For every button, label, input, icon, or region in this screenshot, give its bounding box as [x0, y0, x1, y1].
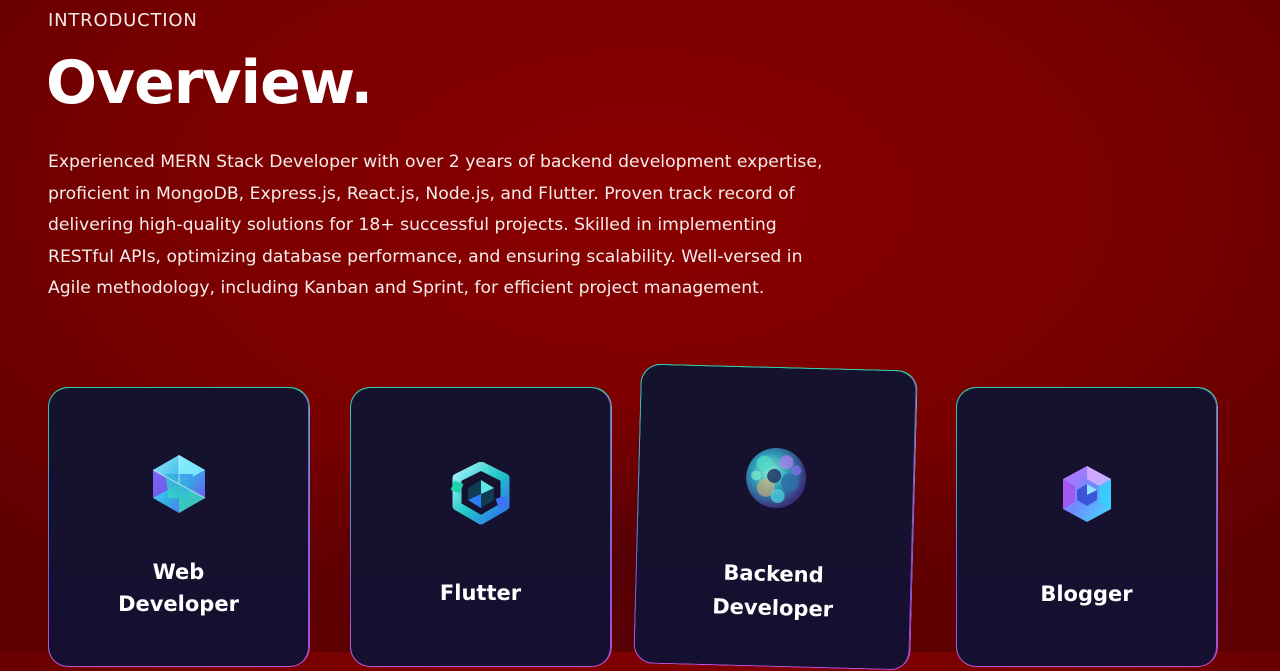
service-card-title: Web Developer [118, 560, 239, 616]
service-card-title: Backend Developer [711, 560, 834, 622]
blogger-icon [1057, 464, 1117, 528]
service-card-blogger[interactable]: Blogger [956, 387, 1217, 667]
section-heading: Overview. [46, 48, 373, 118]
service-card-title: Flutter [439, 581, 522, 605]
service-card-web-developer[interactable]: Web Developer [48, 387, 309, 667]
service-card-title: Blogger [1040, 582, 1133, 606]
service-card-flutter[interactable]: Flutter [350, 387, 611, 667]
backend-developer-icon [743, 445, 809, 515]
overview-description: Experienced MERN Stack Developer with ov… [48, 152, 823, 299]
flutter-icon [450, 461, 512, 530]
service-card-backend-developer[interactable]: Backend Developer [633, 363, 917, 671]
section-subtitle: INTRODUCTION [48, 10, 198, 31]
web-developer-icon [147, 452, 211, 520]
